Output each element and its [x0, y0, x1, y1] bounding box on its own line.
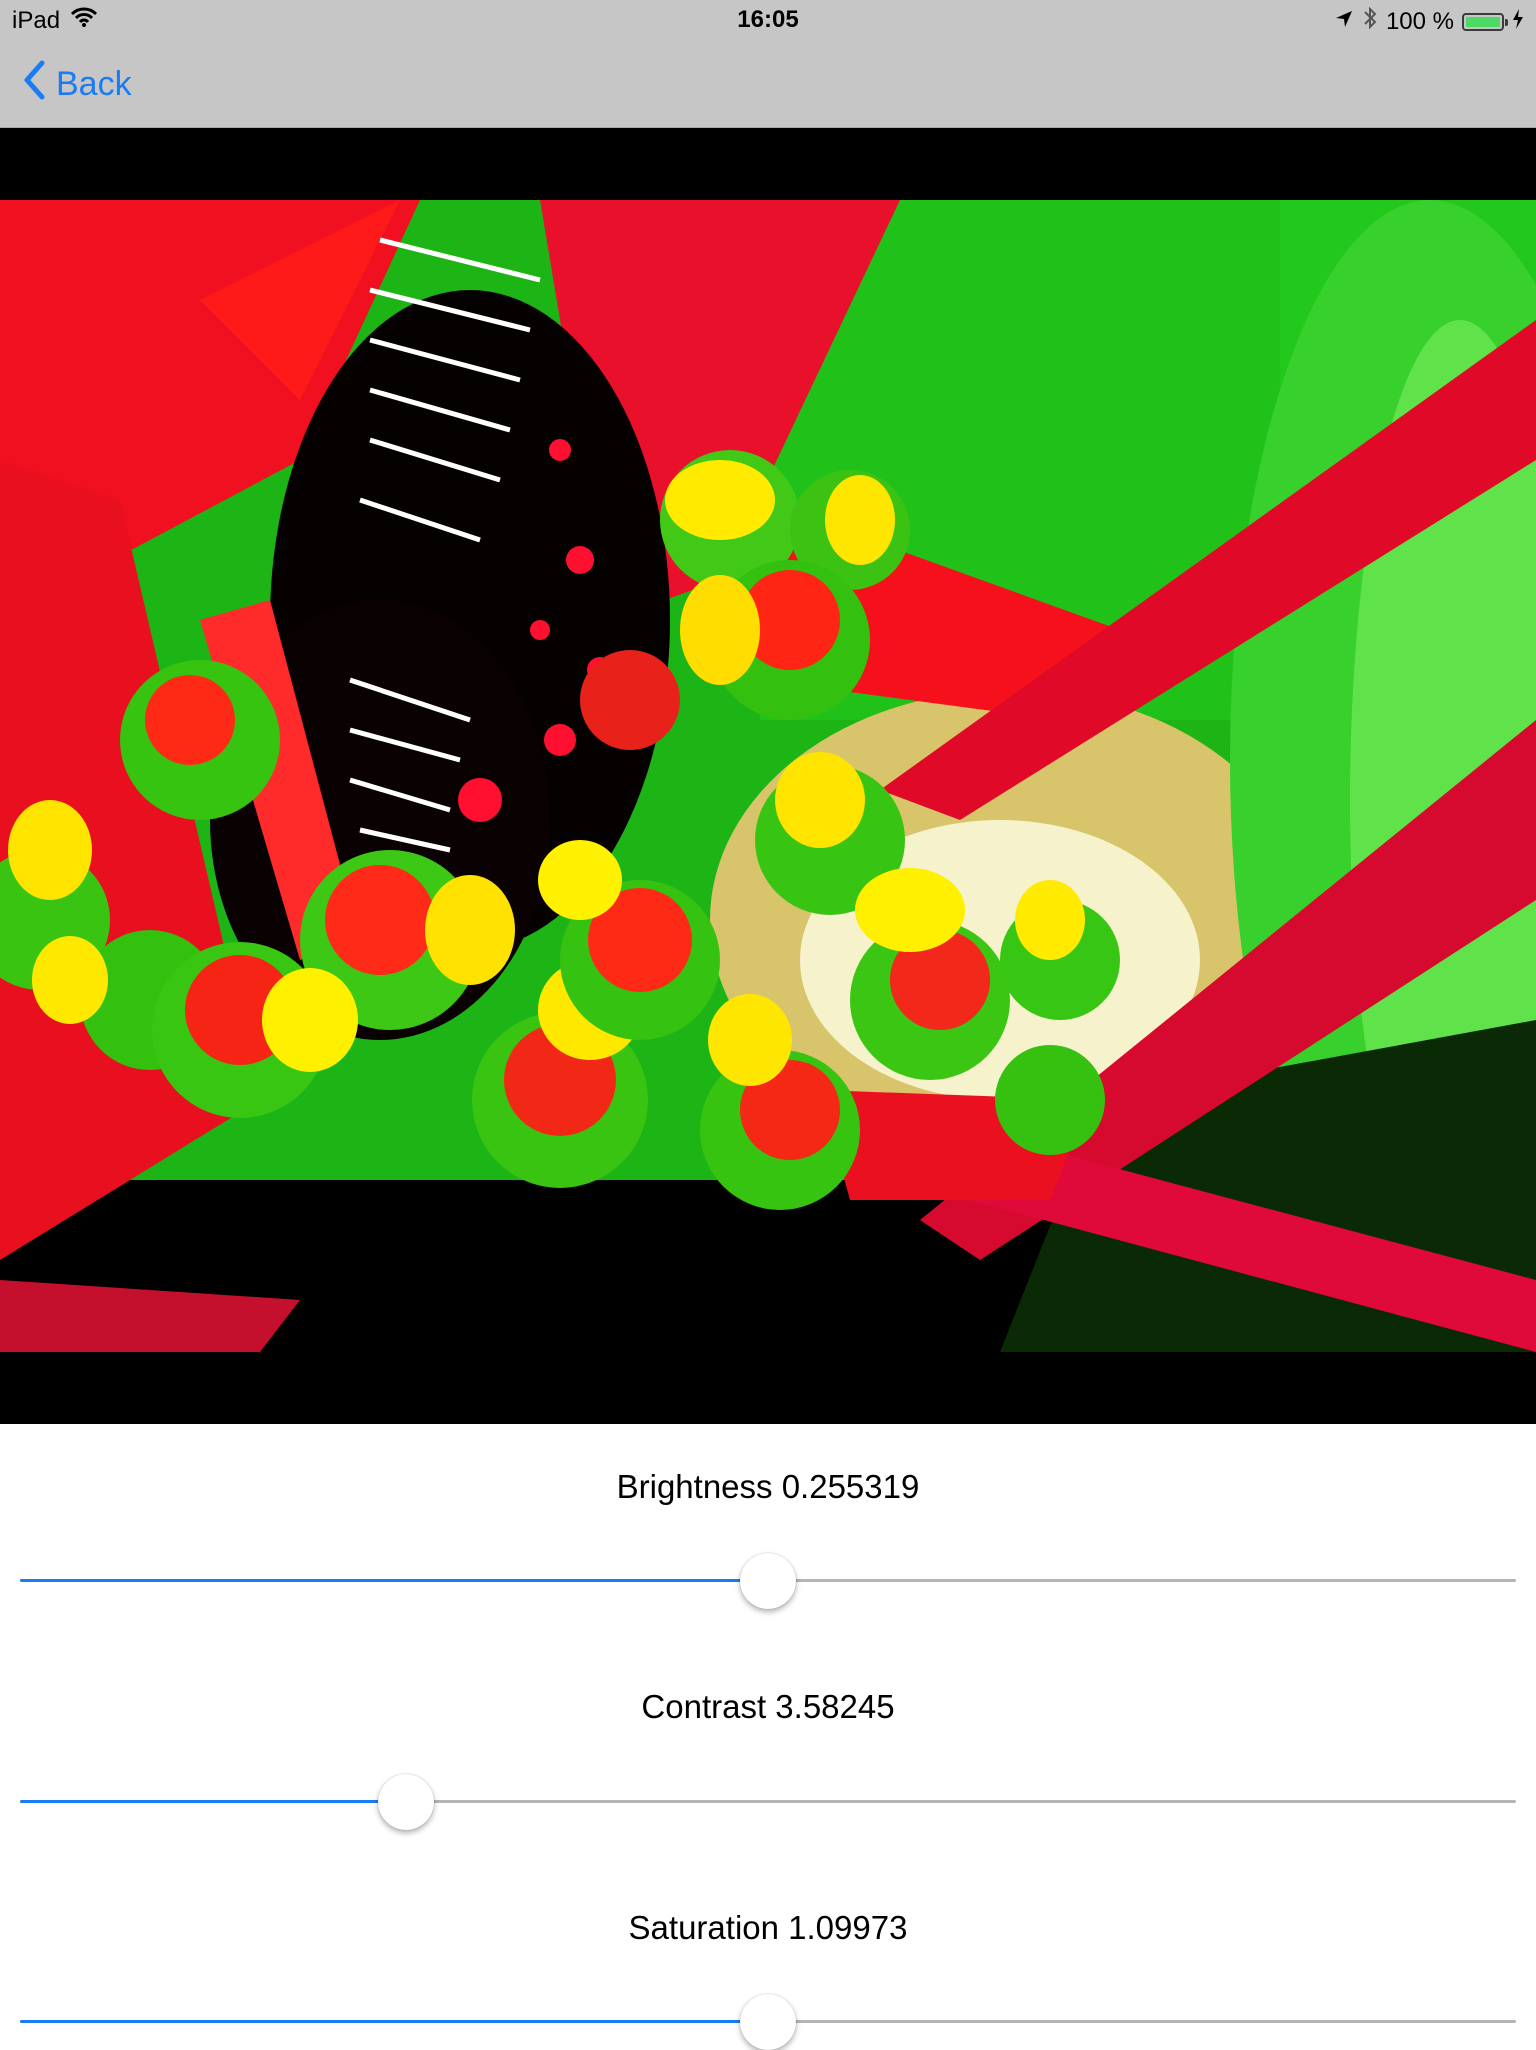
slider-fill	[20, 1800, 406, 1803]
slider-thumb[interactable]	[377, 1774, 434, 1830]
navigation-bar: Back	[0, 42, 1536, 128]
back-button[interactable]: Back	[22, 60, 132, 109]
battery-nub	[1505, 18, 1508, 26]
contrast-slider[interactable]	[20, 1774, 1516, 1830]
brightness-slider[interactable]	[20, 1553, 1516, 1609]
butterfly-on-flowers-photo	[0, 200, 1536, 1352]
contrast-label: Contrast 3.58245	[641, 1688, 895, 1725]
slider-thumb[interactable]	[740, 1553, 796, 1609]
status-time: 16:05	[737, 6, 799, 33]
saturation-slider[interactable]	[20, 1994, 1516, 2050]
photo-frame	[0, 128, 1536, 1424]
bluetooth-icon	[1362, 6, 1378, 37]
chevron-left-icon	[22, 60, 46, 109]
back-label: Back	[56, 65, 132, 103]
slider-fill	[20, 2020, 768, 2023]
saturation-label: Saturation 1.09973	[628, 1909, 908, 1946]
battery-fill	[1466, 16, 1500, 27]
adjustment-controls: Brightness 0.255319 Contrast 3.58245 Sat…	[0, 1424, 1536, 2050]
status-bar: iPad 16:05 100 %	[0, 0, 1536, 42]
slider-fill	[20, 1579, 768, 1582]
battery-percent: 100 %	[1385, 7, 1454, 35]
charging-bolt-icon	[1512, 8, 1524, 36]
status-right: 100 %	[1334, 6, 1524, 37]
location-arrow-icon	[1334, 8, 1354, 36]
slider-thumb[interactable]	[740, 1994, 796, 2050]
filtered-photo	[0, 200, 1536, 1352]
battery-icon	[1462, 12, 1508, 31]
brightness-label: Brightness 0.255319	[616, 1468, 920, 1505]
